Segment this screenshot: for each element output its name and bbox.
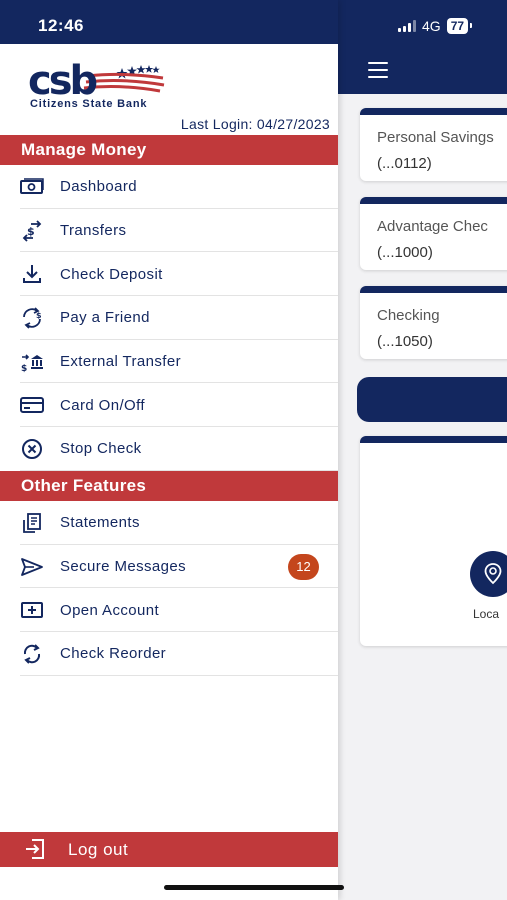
- svg-text:$: $: [27, 225, 35, 238]
- action-button[interactable]: [357, 377, 507, 422]
- account-card-checking[interactable]: Checking (...1050): [360, 286, 507, 359]
- menu-item-label: Dashboard: [60, 178, 137, 196]
- menu-item-label: External Transfer: [60, 353, 182, 371]
- open-account-icon: [20, 598, 44, 622]
- section-header-other-features: Other Features: [0, 471, 338, 501]
- menu-item-label: Check Deposit: [60, 265, 163, 283]
- background-screen: 4G 77 Personal Savings (...0112) Advanta…: [338, 0, 507, 900]
- status-indicators: 4G 77: [398, 16, 473, 36]
- menu-item-check-deposit[interactable]: Check Deposit: [0, 252, 338, 296]
- transfer-dollar-icon: $: [20, 219, 44, 243]
- bank-transfer-icon: $: [20, 350, 44, 374]
- menu-item-stop-check[interactable]: Stop Check: [0, 427, 338, 471]
- locate-card: Loca: [360, 436, 507, 646]
- menu-item-pay-a-friend[interactable]: $ Pay a Friend: [0, 296, 338, 340]
- account-number: (...0112): [377, 155, 432, 172]
- svg-text:$: $: [21, 364, 27, 373]
- menu-item-label: Secure Messages: [60, 558, 187, 576]
- menu-item-external-transfer[interactable]: $ External Transfer: [0, 340, 338, 384]
- status-time: 12:46: [38, 16, 84, 35]
- status-bar: 12:46: [0, 0, 338, 44]
- menu-item-label: Transfers: [60, 222, 127, 240]
- menu-item-secure-messages[interactable]: Secure Messages 12: [0, 545, 338, 589]
- app-header: 4G 77: [338, 0, 507, 94]
- manage-money-menu: Dashboard $ Transfers Check Deposit $ Pa…: [0, 165, 338, 471]
- menu-item-dashboard[interactable]: Dashboard: [0, 165, 338, 209]
- send-icon: [20, 555, 44, 579]
- svg-text:csb: csb: [28, 58, 97, 102]
- unread-count-badge: 12: [288, 553, 319, 580]
- locate-label: Loca: [473, 607, 500, 621]
- logo-mark: csb: [28, 58, 165, 104]
- section-header-manage-money: Manage Money: [0, 135, 338, 165]
- download-tray-icon: [20, 262, 44, 286]
- last-login-date: 04/27/2023: [256, 116, 330, 132]
- locate-button[interactable]: [470, 551, 507, 597]
- bank-name: Citizens State Bank: [30, 98, 148, 110]
- logout-icon: [26, 839, 44, 859]
- menu-item-label: Card On/Off: [60, 396, 145, 414]
- other-features-menu: Statements Secure Messages 12 Open Accou…: [0, 501, 338, 676]
- account-card-savings[interactable]: Personal Savings (...0112): [360, 108, 507, 181]
- card-icon: [20, 393, 44, 417]
- logout-button[interactable]: Log out: [0, 832, 338, 867]
- menu-item-statements[interactable]: Statements: [0, 501, 338, 545]
- account-name: Personal Savings: [377, 129, 494, 146]
- location-pin-icon: [484, 563, 502, 585]
- menu-item-label: Check Reorder: [60, 645, 167, 663]
- last-login-label: Last Login:: [180, 116, 253, 132]
- hamburger-menu-icon[interactable]: [368, 62, 388, 78]
- account-number: (...1050): [377, 333, 433, 350]
- dollar-cycle-icon: $: [20, 306, 44, 330]
- navigation-drawer: 12:46 csb Citizens State Bank Last Login…: [0, 0, 338, 900]
- menu-item-label: Stop Check: [60, 440, 142, 458]
- account-name: Advantage Chec: [377, 218, 488, 235]
- network-type: 4G: [422, 18, 441, 34]
- bank-logo: csb Citizens State Bank: [28, 54, 173, 114]
- cash-icon: [20, 175, 44, 199]
- reorder-icon: [20, 642, 44, 666]
- menu-item-open-account[interactable]: Open Account: [0, 588, 338, 632]
- svg-text:$: $: [36, 311, 42, 320]
- menu-item-label: Statements: [60, 514, 140, 532]
- last-login: Last Login: 04/27/2023: [181, 116, 330, 132]
- signal-icon: [398, 20, 416, 32]
- home-indicator: [164, 885, 344, 890]
- battery-icon: 77: [446, 18, 473, 34]
- menu-item-label: Open Account: [60, 601, 160, 619]
- account-card-advantage[interactable]: Advantage Chec (...1000): [360, 197, 507, 270]
- statement-icon: [20, 511, 44, 535]
- menu-item-card-on-off[interactable]: Card On/Off: [0, 383, 338, 427]
- logout-label: Log out: [68, 840, 129, 859]
- menu-item-transfers[interactable]: $ Transfers: [0, 209, 338, 253]
- menu-item-check-reorder[interactable]: Check Reorder: [0, 632, 338, 676]
- account-number: (...1000): [377, 244, 433, 261]
- menu-item-label: Pay a Friend: [60, 309, 150, 327]
- account-name: Checking: [377, 307, 440, 324]
- cancel-circle-icon: [20, 437, 44, 461]
